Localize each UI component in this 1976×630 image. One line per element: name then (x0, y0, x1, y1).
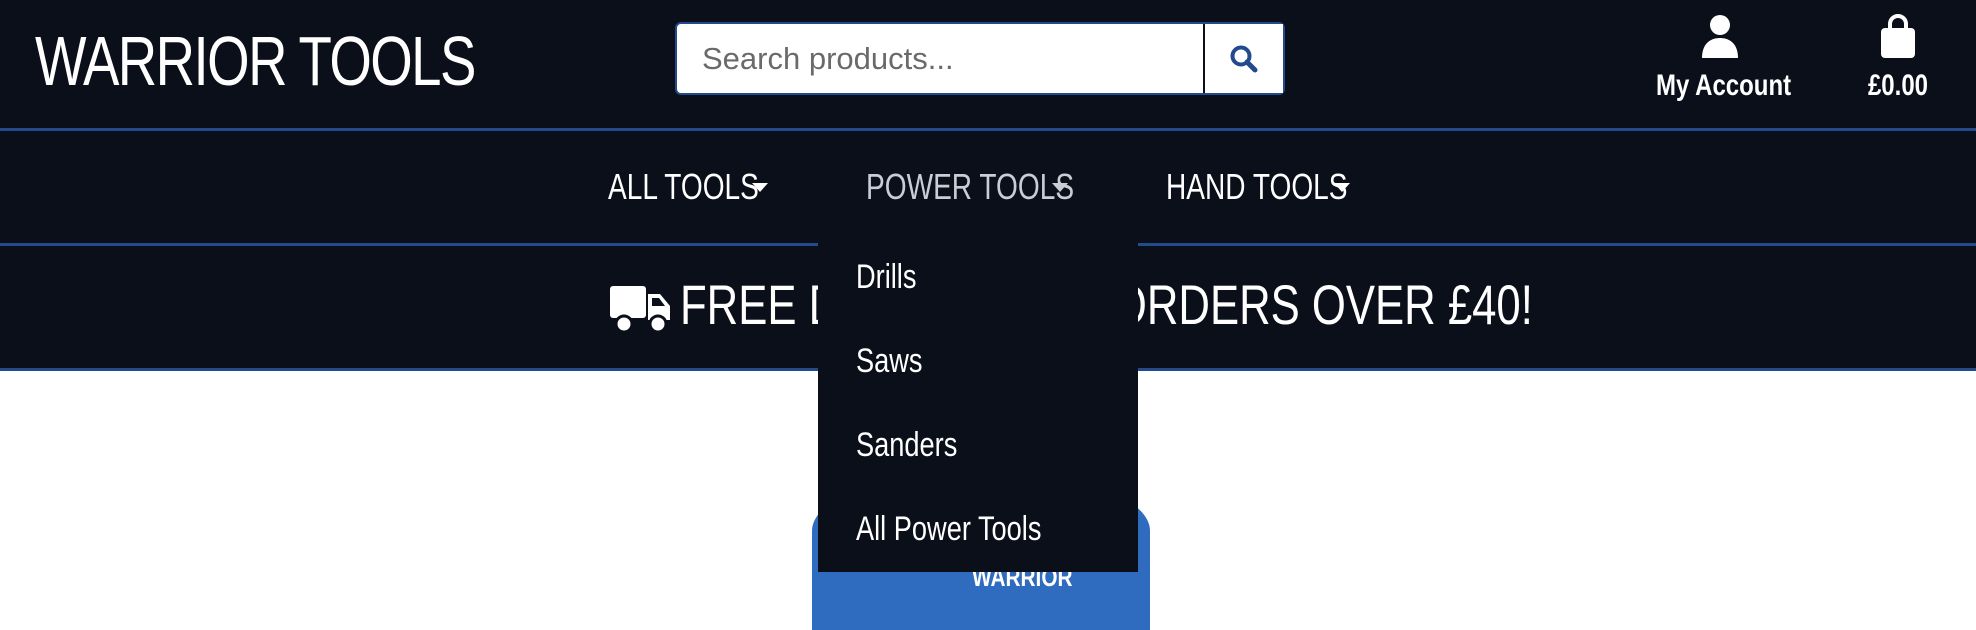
dropdown-item-drills[interactable]: Drills (856, 258, 916, 297)
search-bar (675, 22, 1285, 95)
nav-power-tools-label: POWER TOOLS (866, 166, 1075, 207)
chevron-down-icon (1334, 183, 1350, 192)
user-icon (1702, 15, 1738, 58)
search-button[interactable] (1203, 24, 1283, 93)
chevron-down-icon (1052, 183, 1068, 192)
nav-all-tools[interactable]: ALL TOOLS (608, 131, 801, 243)
chevron-down-icon (752, 183, 768, 192)
site-header: WARRIOR TOOLS My Account £0.00 (0, 0, 1976, 131)
dropdown-item-saws[interactable]: Saws (856, 342, 923, 381)
main-nav: ALL TOOLS POWER TOOLS HAND TOOLS (0, 131, 1976, 246)
nav-hand-tools[interactable]: HAND TOOLS (1166, 131, 1399, 243)
my-account-link[interactable]: My Account (1640, 14, 1800, 103)
nav-all-tools-label: ALL TOOLS (608, 166, 759, 207)
site-logo[interactable]: WARRIOR TOOLS (35, 24, 476, 98)
shopping-bag-icon (1881, 14, 1915, 58)
power-tools-dropdown: Drills Saws Sanders All Power Tools (818, 234, 1138, 572)
dropdown-item-all-power-tools[interactable]: All Power Tools (856, 510, 1041, 549)
nav-hand-tools-label: HAND TOOLS (1166, 166, 1348, 207)
search-input[interactable] (677, 24, 1207, 93)
cart-link[interactable]: £0.00 (1838, 14, 1958, 103)
dropdown-item-sanders[interactable]: Sanders (856, 426, 957, 465)
search-icon (1230, 45, 1258, 72)
cart-total: £0.00 (1867, 69, 1929, 102)
nav-power-tools[interactable]: POWER TOOLS (866, 131, 1133, 243)
truck-icon (610, 286, 670, 334)
my-account-label: My Account (1656, 69, 1792, 102)
